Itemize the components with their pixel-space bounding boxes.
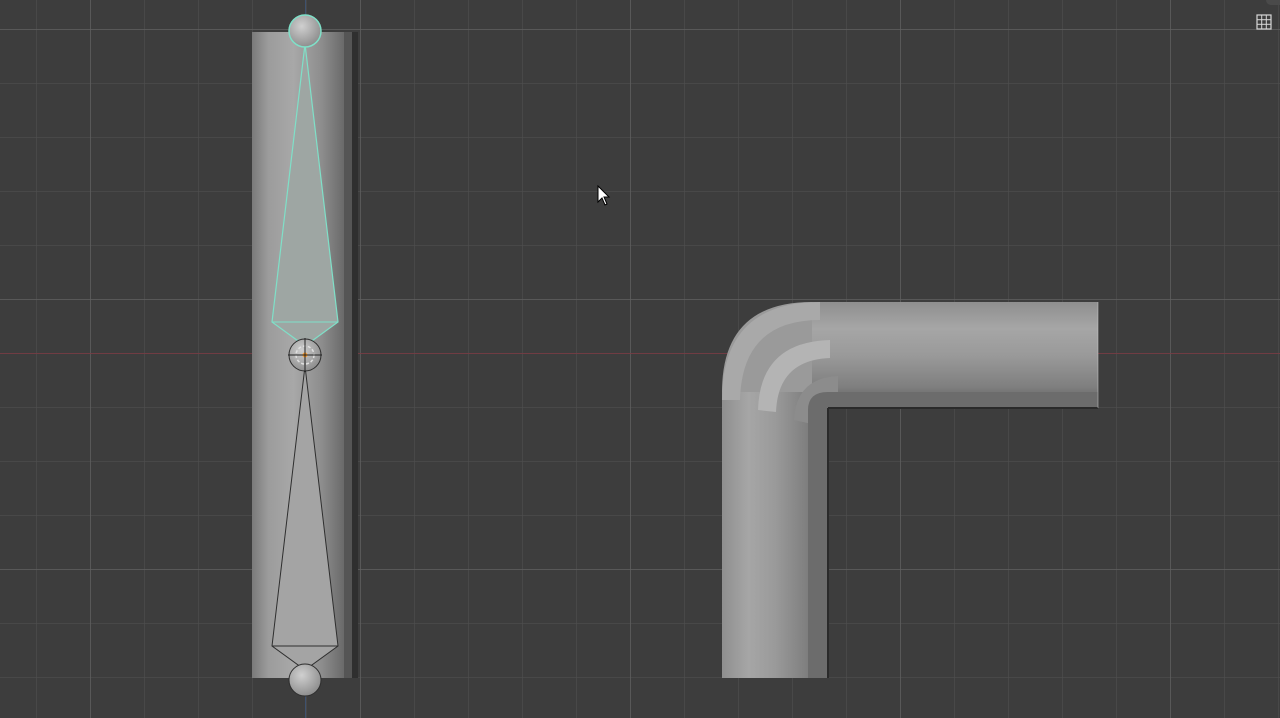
grid-icon [1256, 14, 1272, 30]
scene-objects [252, 14, 1099, 697]
mouse-pointer-icon [597, 185, 611, 206]
3d-viewport[interactable] [0, 0, 1280, 718]
bent-pipe-mesh[interactable] [722, 302, 1099, 678]
viewport-corner-handle[interactable] [1266, 0, 1280, 5]
grid-toggle-button[interactable] [1254, 12, 1274, 32]
